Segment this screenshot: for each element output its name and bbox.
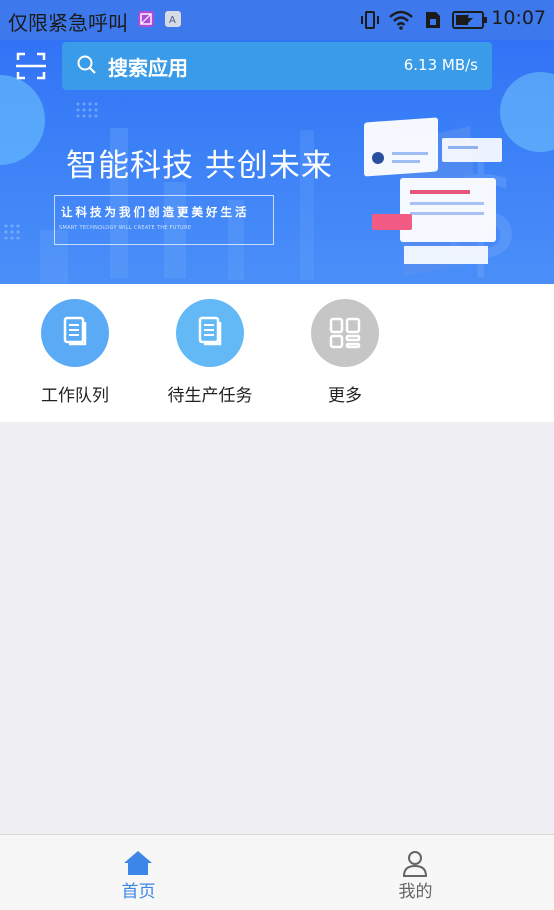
search-row: 搜索应用 6.13 MB/s [0, 40, 554, 92]
status-time: 10:07 [491, 7, 546, 29]
quick-item-label: 更多 [328, 386, 362, 406]
quick-item-work-queue[interactable]: 工作队列 [7, 284, 143, 422]
document-icon [176, 299, 244, 367]
search-icon [77, 55, 96, 74]
quick-item-pending-tasks[interactable]: 待生产任务 [142, 284, 278, 422]
a-notification-icon: A [165, 11, 181, 27]
tab-mine[interactable]: 我的 [277, 835, 554, 910]
carrier-text: 仅限紧急呼叫 [8, 11, 128, 35]
header: $ 仅限紧急呼叫 A [0, 0, 554, 284]
tab-bar: 首页 我的 [0, 834, 554, 910]
quick-item-label: 工作队列 [41, 386, 109, 406]
tab-home[interactable]: 首页 [0, 835, 277, 910]
network-speed: 6.13 MB/s [403, 56, 478, 74]
tab-label: 首页 [121, 882, 156, 902]
battery-charging-icon [452, 11, 487, 29]
quick-item-label: 待生产任务 [167, 386, 253, 406]
document-icon [41, 299, 109, 367]
scan-icon [16, 52, 46, 80]
tab-label: 我的 [398, 882, 433, 902]
svg-text:A: A [169, 15, 176, 26]
user-icon [402, 851, 428, 877]
vibrate-icon [361, 11, 379, 29]
gallery-notification-icon [138, 11, 154, 27]
sim-icon [426, 12, 440, 28]
quick-item-more[interactable]: 更多 [277, 284, 413, 422]
home-icon [124, 851, 152, 875]
banner-subtitle: 让科技为我们创造更美好生活 [61, 205, 250, 219]
content-area [0, 422, 554, 834]
search-placeholder: 搜索应用 [108, 56, 188, 80]
search-input[interactable]: 搜索应用 6.13 MB/s [62, 42, 492, 90]
banner-title: 智能科技 共创未来 [66, 148, 333, 184]
scan-button[interactable] [14, 49, 48, 83]
status-bar: 仅限紧急呼叫 A 10:07 [0, 0, 554, 40]
banner-subtitle-en: SMART TECHNOLOGY WILL CREATE THE FUTURE [59, 225, 192, 231]
banner[interactable]: 智能科技 共创未来 让科技为我们创造更美好生活 SMART TECHNOLOGY… [0, 92, 554, 284]
wifi-icon [389, 10, 413, 30]
quick-menu: 工作队列 待生产任务 更多 [0, 284, 554, 422]
banner-subtitle-box: 让科技为我们创造更美好生活 SMART TECHNOLOGY WILL CREA… [54, 195, 274, 245]
grid-icon [311, 299, 379, 367]
